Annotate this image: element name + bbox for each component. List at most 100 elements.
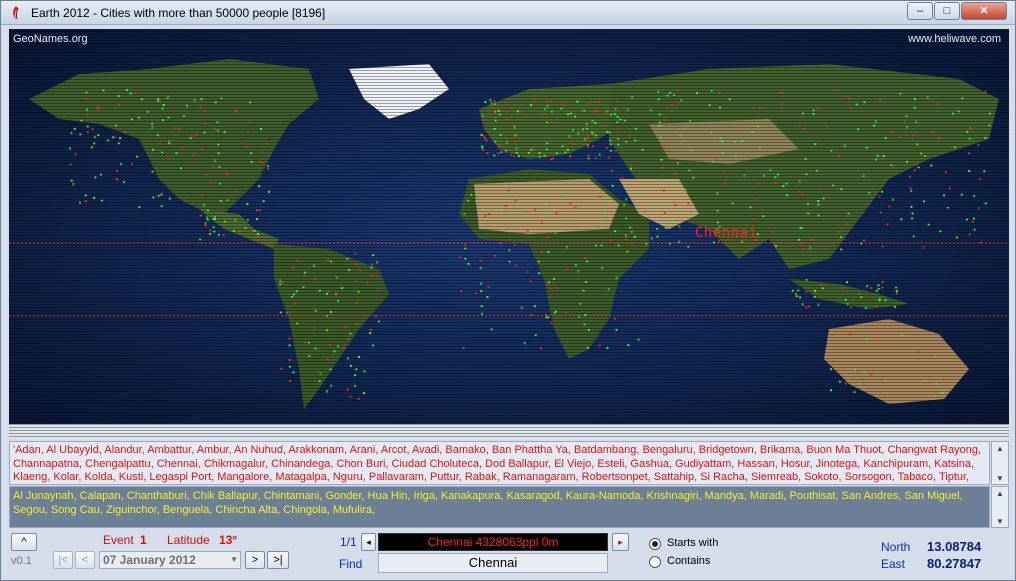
close-button[interactable]: ✕ — [961, 2, 1007, 20]
city-dot — [608, 131, 611, 134]
world-map[interactable]: GeoNames.org www.heliwave.com Chennai — [9, 29, 1009, 439]
city-dot — [586, 127, 589, 130]
city-dot — [844, 382, 847, 385]
scroll-up-icon[interactable]: ▲ — [996, 489, 1004, 498]
maximize-button[interactable]: □ — [934, 2, 960, 20]
city-dot — [484, 101, 487, 104]
prev-date-button[interactable]: < — [75, 551, 95, 569]
city-dot — [759, 106, 762, 109]
city-dot — [500, 150, 503, 153]
city-dot — [629, 226, 632, 229]
city-dot — [979, 178, 982, 180]
city-dot — [526, 270, 529, 273]
scroll-up-icon[interactable]: ▲ — [996, 444, 1004, 453]
city-dot — [798, 180, 801, 183]
city-dot — [913, 106, 916, 109]
next-date-button[interactable]: > — [245, 551, 265, 569]
city-dot — [120, 162, 123, 165]
city-dot — [168, 139, 171, 142]
city-dot — [584, 314, 587, 317]
city-dot — [489, 112, 491, 115]
matching-cities-list[interactable]: 'Adan, Al Ubayyid, Alandur, Ambattur, Am… — [9, 441, 990, 485]
city-dot — [884, 378, 887, 381]
city-dot — [99, 173, 102, 176]
minimize-button[interactable]: – — [907, 2, 933, 20]
city-dot — [329, 343, 332, 346]
city-dot — [777, 173, 780, 176]
city-dot — [966, 130, 969, 133]
chevron-down-icon[interactable]: ▼ — [230, 552, 238, 568]
city-dot — [712, 160, 715, 163]
city-dot — [161, 151, 163, 153]
north-label: North — [881, 540, 911, 554]
east-label: East — [881, 557, 906, 571]
city-dot — [973, 228, 976, 231]
scroll-right-button[interactable]: ▸ — [612, 533, 629, 551]
city-dot — [641, 148, 644, 151]
contains-radio[interactable] — [649, 556, 661, 568]
city-dot — [708, 104, 711, 107]
city-dot — [846, 223, 849, 225]
title-bar[interactable]: Earth 2012 - Cities with more than 50000… — [1, 1, 1015, 25]
city-dot — [223, 220, 226, 223]
city-dot — [203, 204, 206, 207]
date-picker[interactable]: 07 January 2012 ▼ — [99, 551, 241, 569]
city-dot — [494, 108, 497, 111]
city-dot — [894, 306, 896, 308]
city-dot — [129, 92, 132, 95]
city-dot — [327, 259, 330, 261]
starts-with-label[interactable]: Starts with — [667, 537, 718, 549]
matches-scrollbar[interactable]: ▲ ▼ — [991, 441, 1009, 485]
city-dot — [551, 111, 553, 114]
city-dot — [546, 121, 549, 124]
city-dot — [689, 120, 692, 123]
city-dot — [84, 194, 87, 197]
city-dot — [232, 230, 235, 233]
city-dot — [156, 134, 159, 137]
city-dot — [769, 168, 772, 171]
city-dot — [548, 281, 551, 284]
city-dot — [561, 192, 563, 195]
city-search-input[interactable]: Chennai — [378, 553, 608, 573]
scroll-down-icon[interactable]: ▼ — [996, 474, 1004, 483]
city-dot — [561, 145, 564, 147]
scroll-left-button[interactable]: ◂ — [361, 533, 376, 551]
city-dot — [874, 158, 877, 161]
city-dot — [855, 103, 858, 106]
city-dot — [875, 305, 878, 308]
contains-label[interactable]: Contains — [667, 555, 710, 567]
city-dot — [586, 134, 589, 137]
city-dot — [159, 141, 162, 144]
city-dot — [201, 193, 204, 196]
city-dot — [917, 350, 920, 353]
city-dot — [550, 158, 553, 161]
city-dot — [593, 110, 596, 113]
city-dot — [354, 384, 357, 387]
starts-with-radio[interactable] — [649, 538, 661, 550]
last-date-button[interactable]: >| — [267, 551, 289, 569]
heliwave-credit[interactable]: www.heliwave.com — [908, 33, 1001, 45]
geonames-credit[interactable]: GeoNames.org — [13, 33, 88, 45]
city-dot — [913, 98, 916, 100]
city-dot — [355, 280, 357, 283]
city-dot — [206, 216, 209, 219]
city-dot — [968, 152, 970, 155]
city-dot — [805, 306, 808, 309]
others-scrollbar[interactable]: ▲ ▼ — [991, 486, 1009, 528]
city-dot — [687, 202, 690, 205]
city-dot — [615, 328, 618, 331]
city-dot — [547, 236, 549, 238]
latitude-cities-list[interactable]: Al Junaynah, Calapan, Chanthaburi, Chik … — [9, 486, 990, 528]
city-dot — [199, 105, 202, 108]
first-date-button[interactable]: |< — [53, 551, 73, 569]
city-dot — [96, 108, 99, 111]
city-dot — [118, 103, 121, 106]
scroll-down-icon[interactable]: ▼ — [996, 517, 1004, 526]
city-dot — [117, 142, 120, 145]
city-dot — [623, 204, 626, 207]
city-dot — [499, 109, 502, 112]
city-dot — [569, 202, 572, 205]
collapse-button[interactable]: ^ — [11, 533, 37, 551]
page-indicator: 1/1 — [340, 535, 357, 549]
city-dot — [494, 140, 497, 143]
